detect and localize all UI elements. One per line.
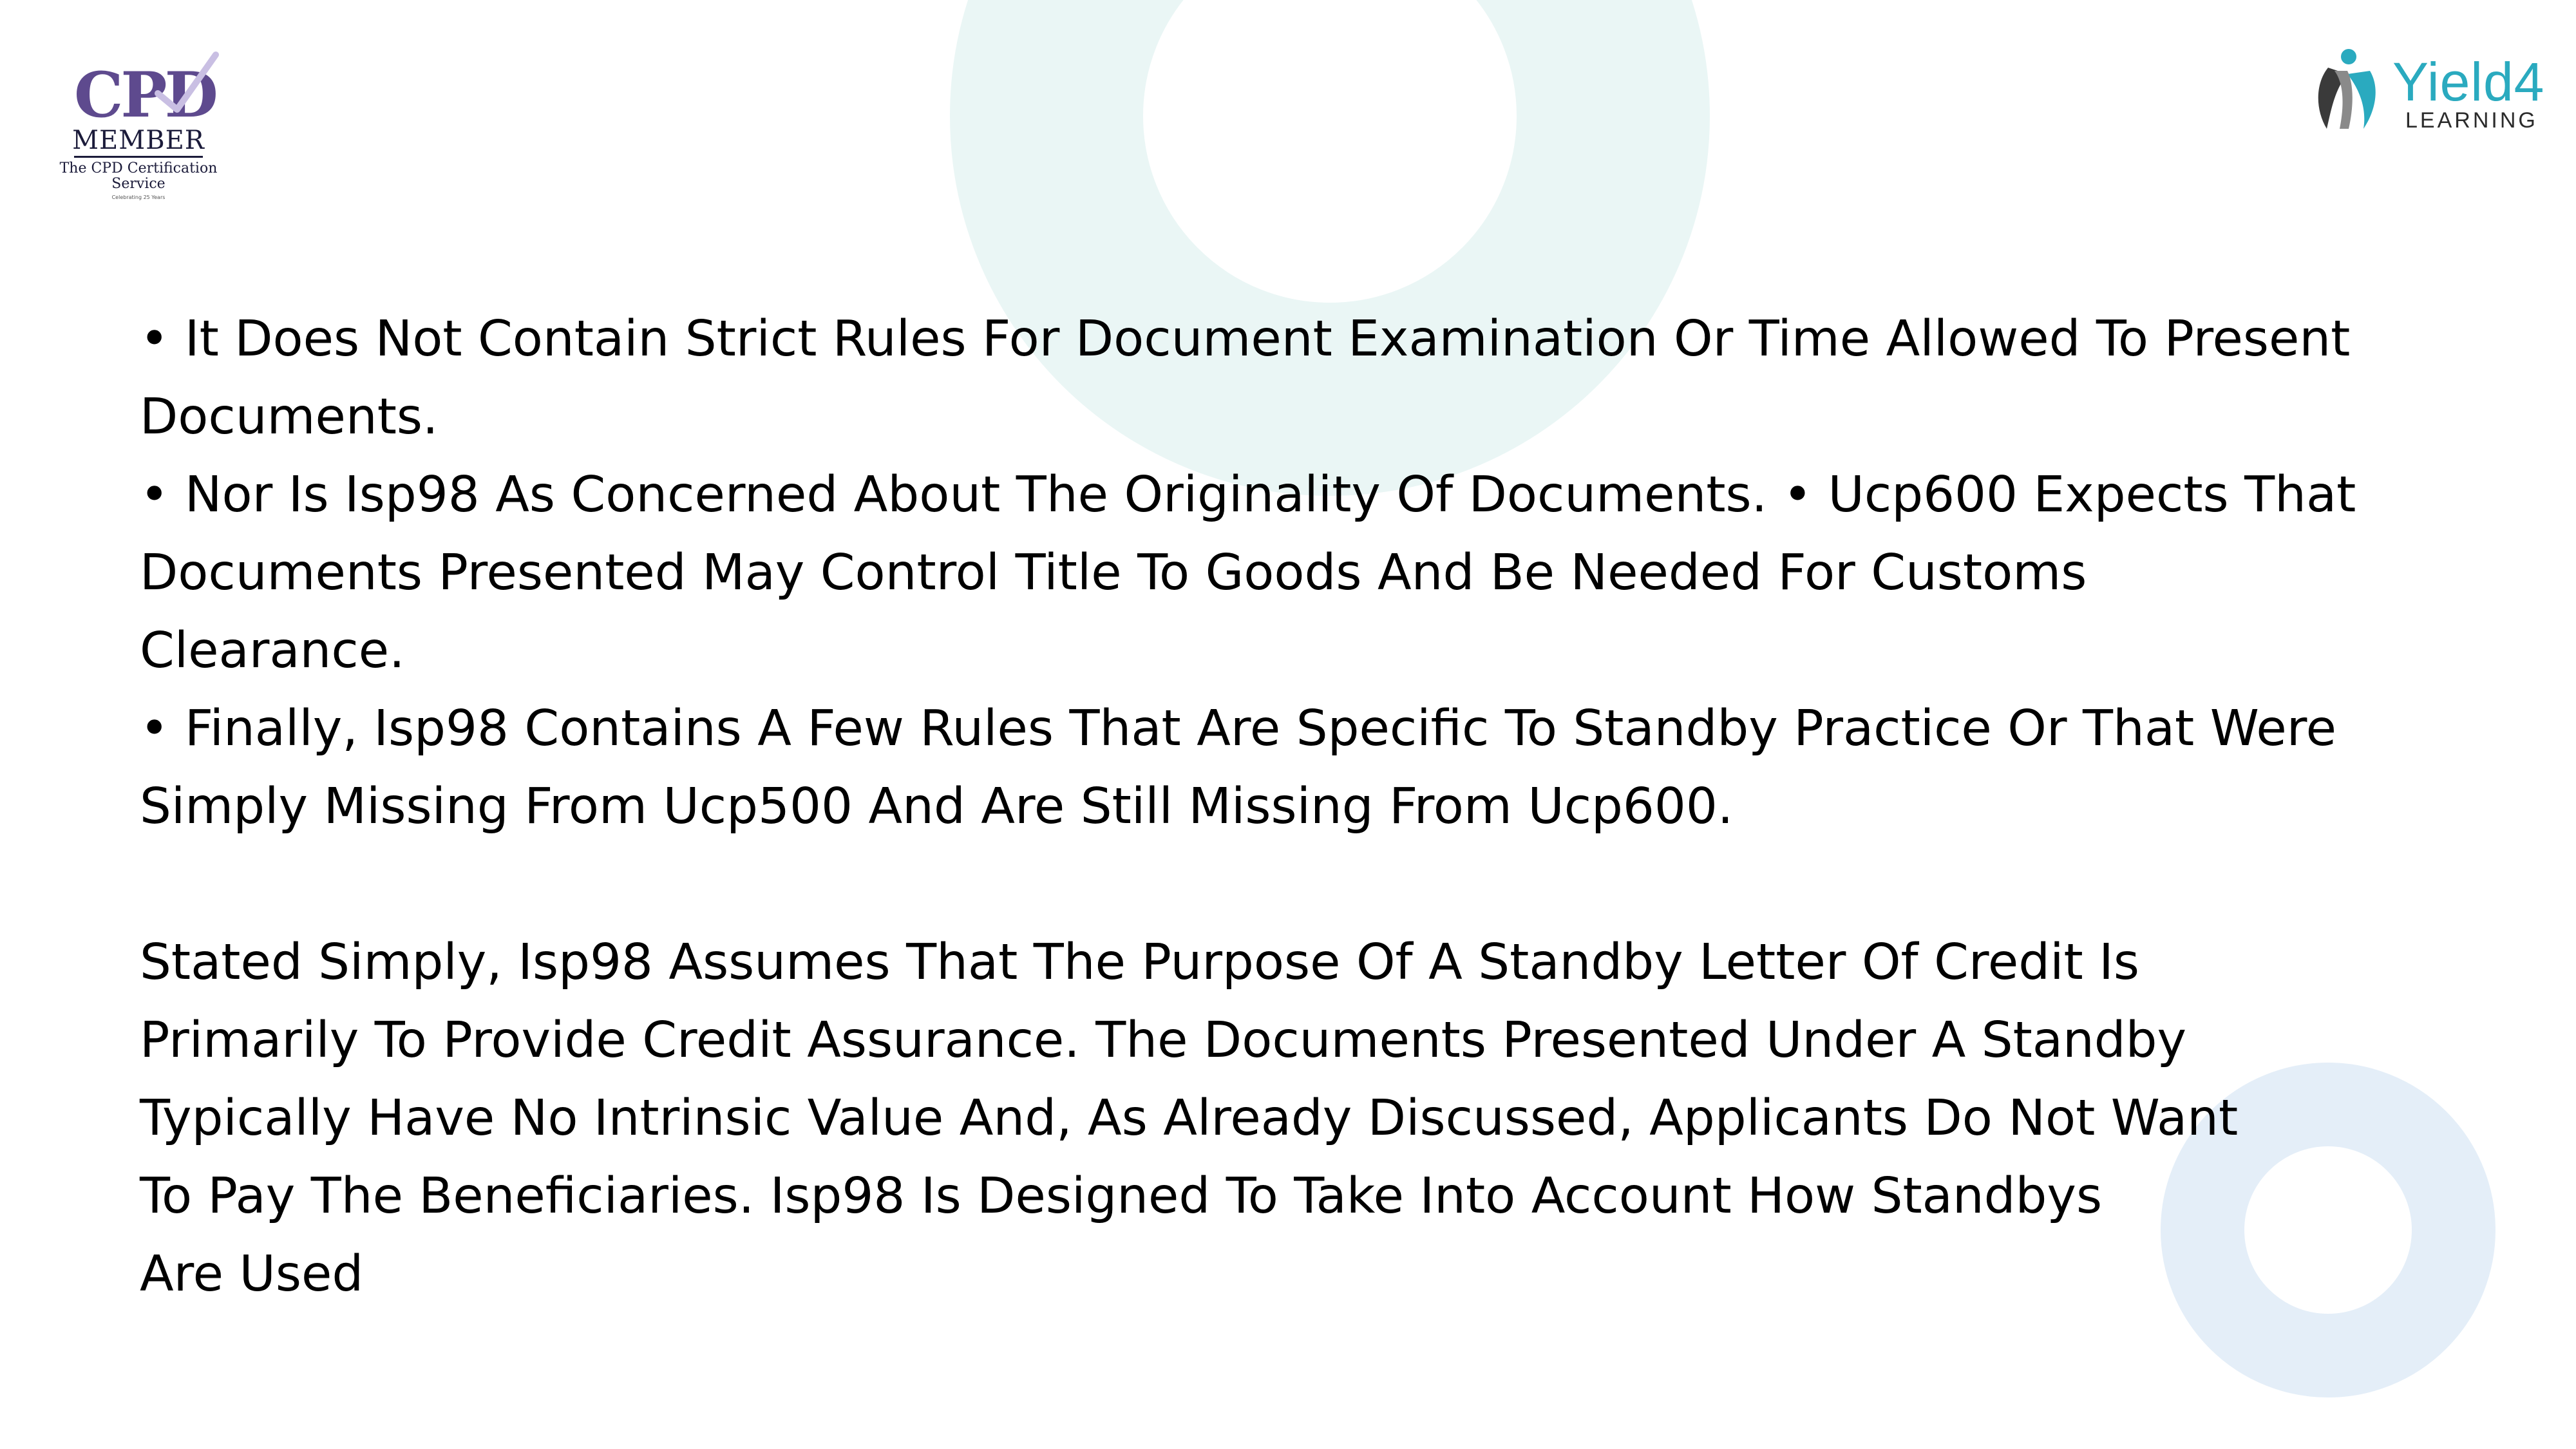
yield4-wordmark: Yield4 — [2392, 52, 2545, 112]
bullet-point: • Finally, Isp98 Contains A Few Rules Th… — [140, 700, 2337, 835]
bullet-point: • It Does Not Contain Strict Rules For D… — [140, 310, 2351, 446]
cpd-divider — [74, 156, 203, 158]
yield4-tagline: LEARNING — [2405, 108, 2538, 133]
bullet-point: • Nor Is Isp98 As Concerned About The Or… — [140, 466, 2356, 679]
cpd-service-label: The CPD Certification Service — [59, 160, 218, 192]
yield4-emblem-icon — [2318, 49, 2376, 129]
cpd-member-label: MEMBER — [72, 126, 205, 155]
checkmark-icon — [155, 52, 219, 113]
cpd-small-print: Celebrating 25 Years — [111, 194, 166, 200]
yield4-learning-logo: Yield4 LEARNING — [2309, 45, 2545, 142]
cpd-member-logo: CPD MEMBER The CPD Certification Service… — [55, 52, 222, 206]
summary-paragraph: Stated Simply, Isp98 Assumes That The Pu… — [140, 934, 2239, 1303]
slide-body: • It Does Not Contain Strict Rules For D… — [140, 300, 2490, 1313]
